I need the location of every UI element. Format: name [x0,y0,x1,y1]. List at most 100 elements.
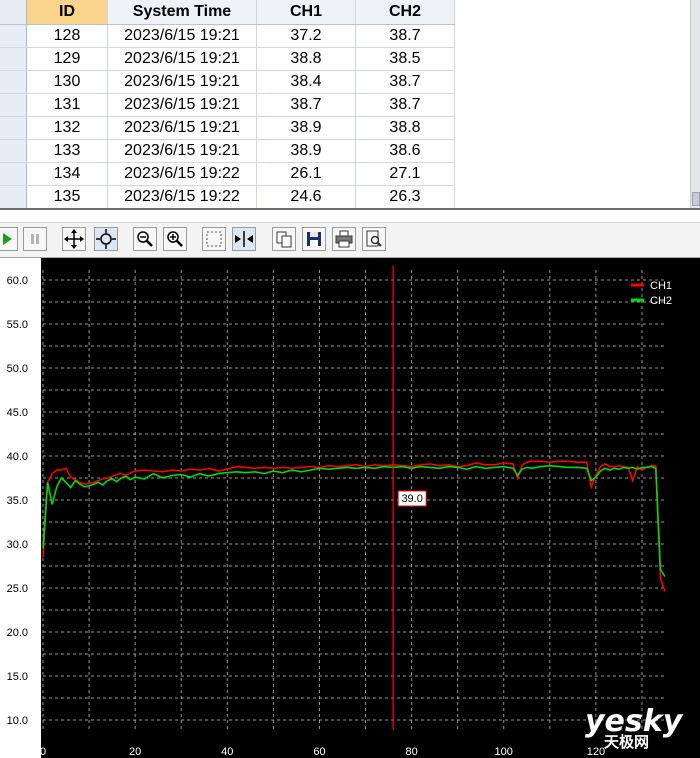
print-button[interactable] [332,227,356,251]
series-line-ch1 [42,460,666,592]
cell-id[interactable]: 133 [26,139,108,163]
cell-id[interactable]: 129 [26,47,108,71]
select-rect-button[interactable] [202,227,226,251]
cell-ch1[interactable]: 38.7 [256,93,356,117]
zoom-fit-button[interactable] [94,227,118,251]
column-header-ch1[interactable]: CH1 [256,0,356,25]
cell-system-time[interactable]: 2023/6/15 19:21 [107,93,257,117]
cell-system-time[interactable]: 2023/6/15 19:22 [107,162,257,186]
table-row[interactable]: 132 2023/6/15 19:21 38.9 38.8 [0,116,455,140]
cell-ch1[interactable]: 38.4 [256,70,356,94]
cell-ch1[interactable]: 38.9 [256,139,356,163]
cell-system-time[interactable]: 2023/6/15 19:21 [107,116,257,140]
column-header-ch2[interactable]: CH2 [355,0,455,25]
cell-ch2[interactable]: 38.7 [355,70,455,94]
pan-icon [64,229,84,249]
table-row[interactable]: 130 2023/6/15 19:21 38.4 38.7 [0,70,455,94]
column-header-id[interactable]: ID [26,0,108,25]
cell-id[interactable]: 135 [26,185,108,209]
cell-ch1[interactable]: 37.2 [256,24,356,48]
row-header[interactable] [0,24,27,48]
zoom-out-button[interactable] [133,227,157,251]
play-icon [3,233,12,245]
cell-ch2[interactable]: 38.5 [355,47,455,71]
pause-button[interactable] [23,227,47,251]
print-preview-icon [366,230,382,247]
y-tick-label: 30.0 [7,539,28,551]
cell-ch1[interactable]: 38.9 [256,116,356,140]
cell-id[interactable]: 134 [26,162,108,186]
table-row[interactable]: 135 2023/6/15 19:22 24.6 26.3 [0,185,455,209]
row-header-corner[interactable] [0,0,27,25]
select-rect-icon [206,231,222,247]
table-row[interactable]: 134 2023/6/15 19:22 26.1 27.1 [0,162,455,186]
table-vertical-scrollbar[interactable] [690,0,700,208]
cell-ch2[interactable]: 38.7 [355,24,455,48]
table-row[interactable]: 128 2023/6/15 19:21 37.2 38.7 [0,24,455,48]
row-header[interactable] [0,47,27,71]
cell-system-time[interactable]: 2023/6/15 19:21 [107,47,257,71]
cell-system-time[interactable]: 2023/6/15 19:21 [107,139,257,163]
table-header-row: ID System Time CH1 CH2 [0,0,455,25]
watermark: yesky 天极网 [585,704,684,751]
y-tick-label: 60.0 [7,275,28,287]
pan-button[interactable] [62,227,86,251]
zoom-in-icon [167,231,183,247]
zoom-fit-icon [96,229,116,249]
table-row[interactable]: 129 2023/6/15 19:21 38.8 38.5 [0,47,455,71]
cell-id[interactable]: 131 [26,93,108,117]
x-tick-label: 120 [587,746,605,758]
scrollbar-thumb[interactable] [692,192,700,206]
table-row[interactable]: 131 2023/6/15 19:21 38.7 38.7 [0,93,455,117]
y-tick-label: 10.0 [7,715,28,727]
cell-system-time[interactable]: 2023/6/15 19:21 [107,70,257,94]
y-tick-label: 50.0 [7,363,28,375]
zoom-in-button[interactable] [163,227,187,251]
row-header[interactable] [0,162,27,186]
zoom-out-icon [137,231,153,247]
print-preview-button[interactable] [362,227,386,251]
panel-splitter[interactable] [0,208,700,222]
column-header-system-time[interactable]: System Time [107,0,257,25]
cursor-split-button[interactable] [232,227,256,251]
y-axis-panel [0,258,41,758]
cell-ch2[interactable]: 26.3 [355,185,455,209]
measurement-cursor[interactable]: 39.0 [392,266,427,730]
cell-ch2[interactable]: 38.7 [355,93,455,117]
series-line-ch2 [42,464,666,578]
cell-ch1[interactable]: 26.1 [256,162,356,186]
cell-ch1[interactable]: 38.8 [256,47,356,71]
save-button[interactable] [302,227,326,251]
temperature-chart[interactable]: 60.0 55.0 50.0 45.0 40.0 35.0 30.0 25.0 20.0 15.0… [0,258,700,758]
row-header[interactable] [0,139,27,163]
copy-icon [276,231,292,248]
row-header[interactable] [0,93,27,117]
chart-toolbar [0,222,700,258]
cell-id[interactable]: 132 [26,116,108,140]
pause-icon [31,234,39,244]
cell-id[interactable]: 130 [26,70,108,94]
cell-ch2[interactable]: 38.6 [355,139,455,163]
play-button[interactable] [0,227,18,251]
row-header[interactable] [0,116,27,140]
x-tick-label: 0 [40,746,46,758]
chart-canvas[interactable]: 60.0 55.0 50.0 45.0 40.0 35.0 30.0 25.0 20.0 15.0… [0,258,700,758]
x-tick-label: 100 [495,746,513,758]
cell-ch2[interactable]: 27.1 [355,162,455,186]
cell-id[interactable]: 128 [26,24,108,48]
y-tick-label: 20.0 [7,627,28,639]
cell-system-time[interactable]: 2023/6/15 19:21 [107,24,257,48]
data-series [42,460,666,592]
copy-button[interactable] [272,227,296,251]
y-tick-label: 25.0 [7,583,28,595]
table-row[interactable]: 133 2023/6/15 19:21 38.9 38.6 [0,139,455,163]
row-header[interactable] [0,70,27,94]
watermark-cn: 天极网 [604,733,649,751]
grid-lines [42,270,665,730]
row-header[interactable] [0,185,27,209]
cell-ch1[interactable]: 24.6 [256,185,356,209]
cell-ch2[interactable]: 38.8 [355,116,455,140]
legend: CH1CH2 [631,280,672,307]
data-table: ID System Time CH1 CH2 128 2023/6/15 19:… [0,0,455,209]
cell-system-time[interactable]: 2023/6/15 19:22 [107,185,257,209]
